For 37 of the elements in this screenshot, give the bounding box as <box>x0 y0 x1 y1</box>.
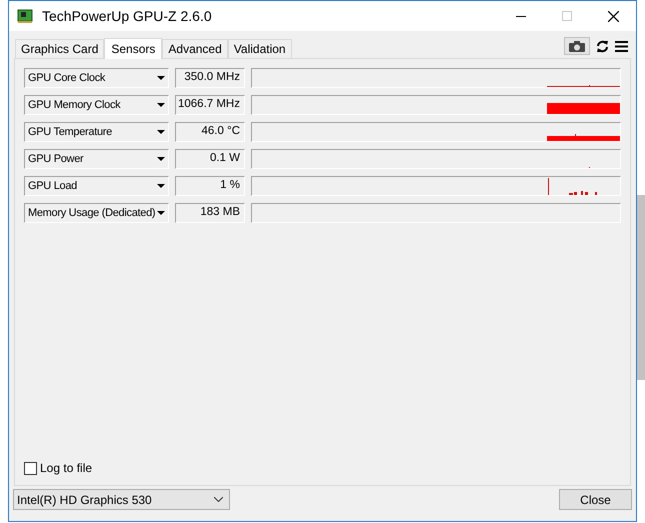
scrollbar-thumb[interactable] <box>637 195 645 380</box>
graph-trace <box>548 178 597 195</box>
sensor-value: 1 % <box>175 176 245 196</box>
chevron-down-icon <box>214 497 223 502</box>
dropdown-arrow-icon <box>157 157 165 161</box>
sensor-value: 0.1 W <box>175 149 245 169</box>
window-title: TechPowerUp GPU-Z 2.6.0 <box>42 6 212 26</box>
log-label: Log to file <box>40 460 92 477</box>
gpu-select[interactable]: Intel(R) HD Graphics 530 <box>13 489 230 510</box>
dropdown-arrow-icon <box>157 76 165 80</box>
sensor-dropdown[interactable]: GPU Load <box>24 176 169 196</box>
sensor-dropdown[interactable]: GPU Power <box>24 149 169 169</box>
menu-icon[interactable] <box>615 40 628 52</box>
graphics-card-icon <box>17 9 33 23</box>
tab[interactable]: Validation <box>228 39 292 58</box>
dropdown-arrow-icon <box>157 211 165 215</box>
camera-icon <box>569 40 585 52</box>
sensor-value: 183 MB <box>175 203 245 223</box>
sensor-value: 1066.7 MHz <box>175 95 245 115</box>
refresh-icon[interactable] <box>596 40 609 52</box>
close-icon <box>608 10 618 22</box>
dropdown-arrow-icon <box>157 103 165 107</box>
sensor-dropdown[interactable]: GPU Temperature <box>24 122 169 142</box>
sensor-dropdown[interactable]: GPU Core Clock <box>24 68 169 88</box>
dropdown-arrow-icon <box>157 184 165 188</box>
close-button[interactable]: Close <box>559 489 632 510</box>
tab[interactable]: Sensors <box>104 38 162 59</box>
sensor-dropdown[interactable]: GPU Memory Clock <box>24 95 169 115</box>
sensor-value: 350.0 MHz <box>175 68 245 88</box>
sensor-dropdown[interactable]: Memory Usage (Dedicated) <box>24 203 169 223</box>
camera-button[interactable] <box>564 37 590 55</box>
tab[interactable]: Advanced <box>162 39 228 58</box>
log-checkbox[interactable] <box>24 462 37 474</box>
dropdown-arrow-icon <box>157 130 165 134</box>
maximize-icon <box>562 11 572 21</box>
sensor-value: 46.0 °C <box>175 122 245 142</box>
tab[interactable]: Graphics Card <box>15 39 104 58</box>
